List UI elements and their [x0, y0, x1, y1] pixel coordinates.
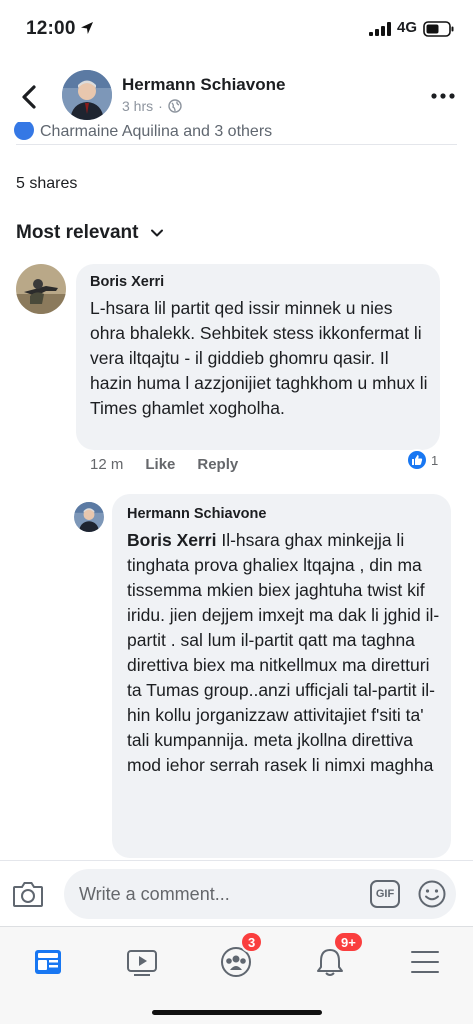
- divider: [16, 144, 457, 145]
- post-time[interactable]: 3 hrs: [122, 98, 153, 114]
- chevron-down-icon: [151, 229, 164, 237]
- like-reaction-icon: [14, 122, 34, 140]
- watch-icon: [127, 950, 157, 976]
- reactions-summary[interactable]: Charmaine Aquilina and 3 others: [0, 122, 473, 140]
- reply-mention[interactable]: Boris Xerri: [127, 530, 216, 550]
- commenter-photo: [16, 264, 66, 314]
- separator-dot: ·: [158, 98, 163, 114]
- comment-actions: 12 m Like Reply: [90, 456, 238, 473]
- author-avatar[interactable]: [62, 70, 112, 120]
- comment-time[interactable]: 12 m: [90, 456, 123, 473]
- reply-button[interactable]: Reply: [197, 456, 238, 473]
- comment-sort-dropdown[interactable]: Most relevant: [16, 222, 164, 244]
- notifications-badge: 9+: [333, 931, 364, 953]
- gif-label: GIF: [375, 888, 395, 900]
- camera-icon[interactable]: [12, 879, 44, 909]
- sort-label: Most relevant: [16, 222, 139, 243]
- commenter-avatar[interactable]: [16, 264, 66, 314]
- tab-menu[interactable]: [400, 937, 450, 987]
- battery-icon: [423, 21, 454, 37]
- home-indicator: [152, 1010, 322, 1015]
- network-label: 4G: [397, 19, 418, 36]
- location-arrow-icon: [81, 22, 93, 34]
- emoji-icon[interactable]: [417, 879, 447, 909]
- status-bar: 12:00 4G: [0, 0, 473, 56]
- tab-watch[interactable]: [117, 937, 167, 987]
- like-button[interactable]: Like: [145, 456, 175, 473]
- gif-button[interactable]: GIF: [370, 880, 400, 908]
- reply-author-photo: [74, 502, 104, 532]
- reply-text: Boris Xerri Il-hsara ghax minkejja li ti…: [127, 528, 447, 778]
- status-time: 12:00: [26, 18, 76, 39]
- hamburger-menu-icon: [411, 951, 439, 973]
- author-photo: [62, 70, 112, 120]
- comment-reaction-count[interactable]: 1: [406, 449, 438, 471]
- news-feed-icon: [35, 950, 61, 974]
- author-name[interactable]: Hermann Schiavone: [122, 75, 285, 95]
- comment-author[interactable]: Boris Xerri: [90, 274, 164, 290]
- reactions-text: Charmaine Aquilina and 3 others: [40, 123, 273, 140]
- like-count-value: 1: [431, 452, 439, 468]
- comment-text: L-hsara lil partit qed issir minnek u ni…: [90, 298, 428, 418]
- thumbs-up-icon: [406, 449, 428, 471]
- comment-composer: GIF: [0, 860, 473, 926]
- signal-icon: [369, 22, 391, 36]
- more-options-icon[interactable]: [430, 86, 456, 106]
- globe-icon: [168, 99, 182, 113]
- tab-news-feed[interactable]: [23, 937, 73, 987]
- shares-count[interactable]: 5 shares: [16, 175, 77, 193]
- groups-badge: 3: [240, 931, 264, 953]
- post-meta: 3 hrs ·: [122, 98, 182, 114]
- reply-author-avatar[interactable]: [74, 502, 104, 532]
- reply-body: Il-hsara ghax minkejja li tinghata prova…: [127, 530, 440, 775]
- reply-author[interactable]: Hermann Schiavone: [127, 506, 266, 522]
- back-arrow-icon[interactable]: [18, 82, 42, 112]
